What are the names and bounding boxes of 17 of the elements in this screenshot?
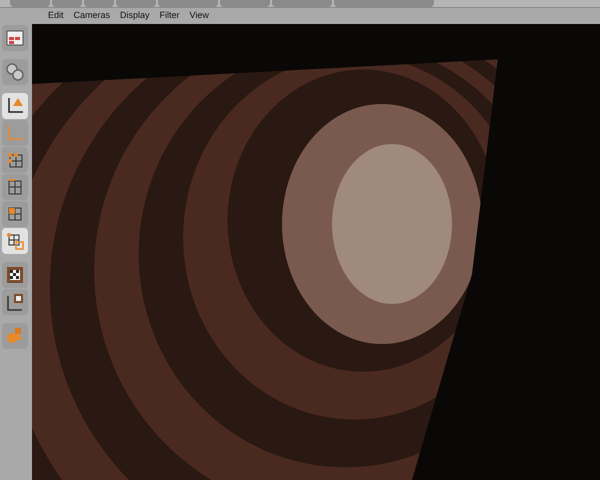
tool-button[interactable] [2,262,28,288]
tool-button[interactable] [2,228,28,254]
shapes-icon [5,326,25,346]
points-grid-icon [5,150,25,170]
spheres-icon [5,62,25,82]
uv-grid-icon [5,231,25,251]
menu-item[interactable]: View [190,9,209,23]
tool-button[interactable] [2,289,28,315]
checker-axis-icon [5,292,25,312]
menu-item[interactable]: Cameras [74,9,110,23]
checker-icon [5,265,25,285]
tool-button[interactable] [2,25,28,51]
tool-button[interactable] [2,93,28,119]
menu-item[interactable]: Edit [48,9,64,23]
menu-item[interactable]: Filter [160,9,180,23]
layout-icon [5,28,25,48]
menu-item[interactable]: Display [120,9,150,23]
